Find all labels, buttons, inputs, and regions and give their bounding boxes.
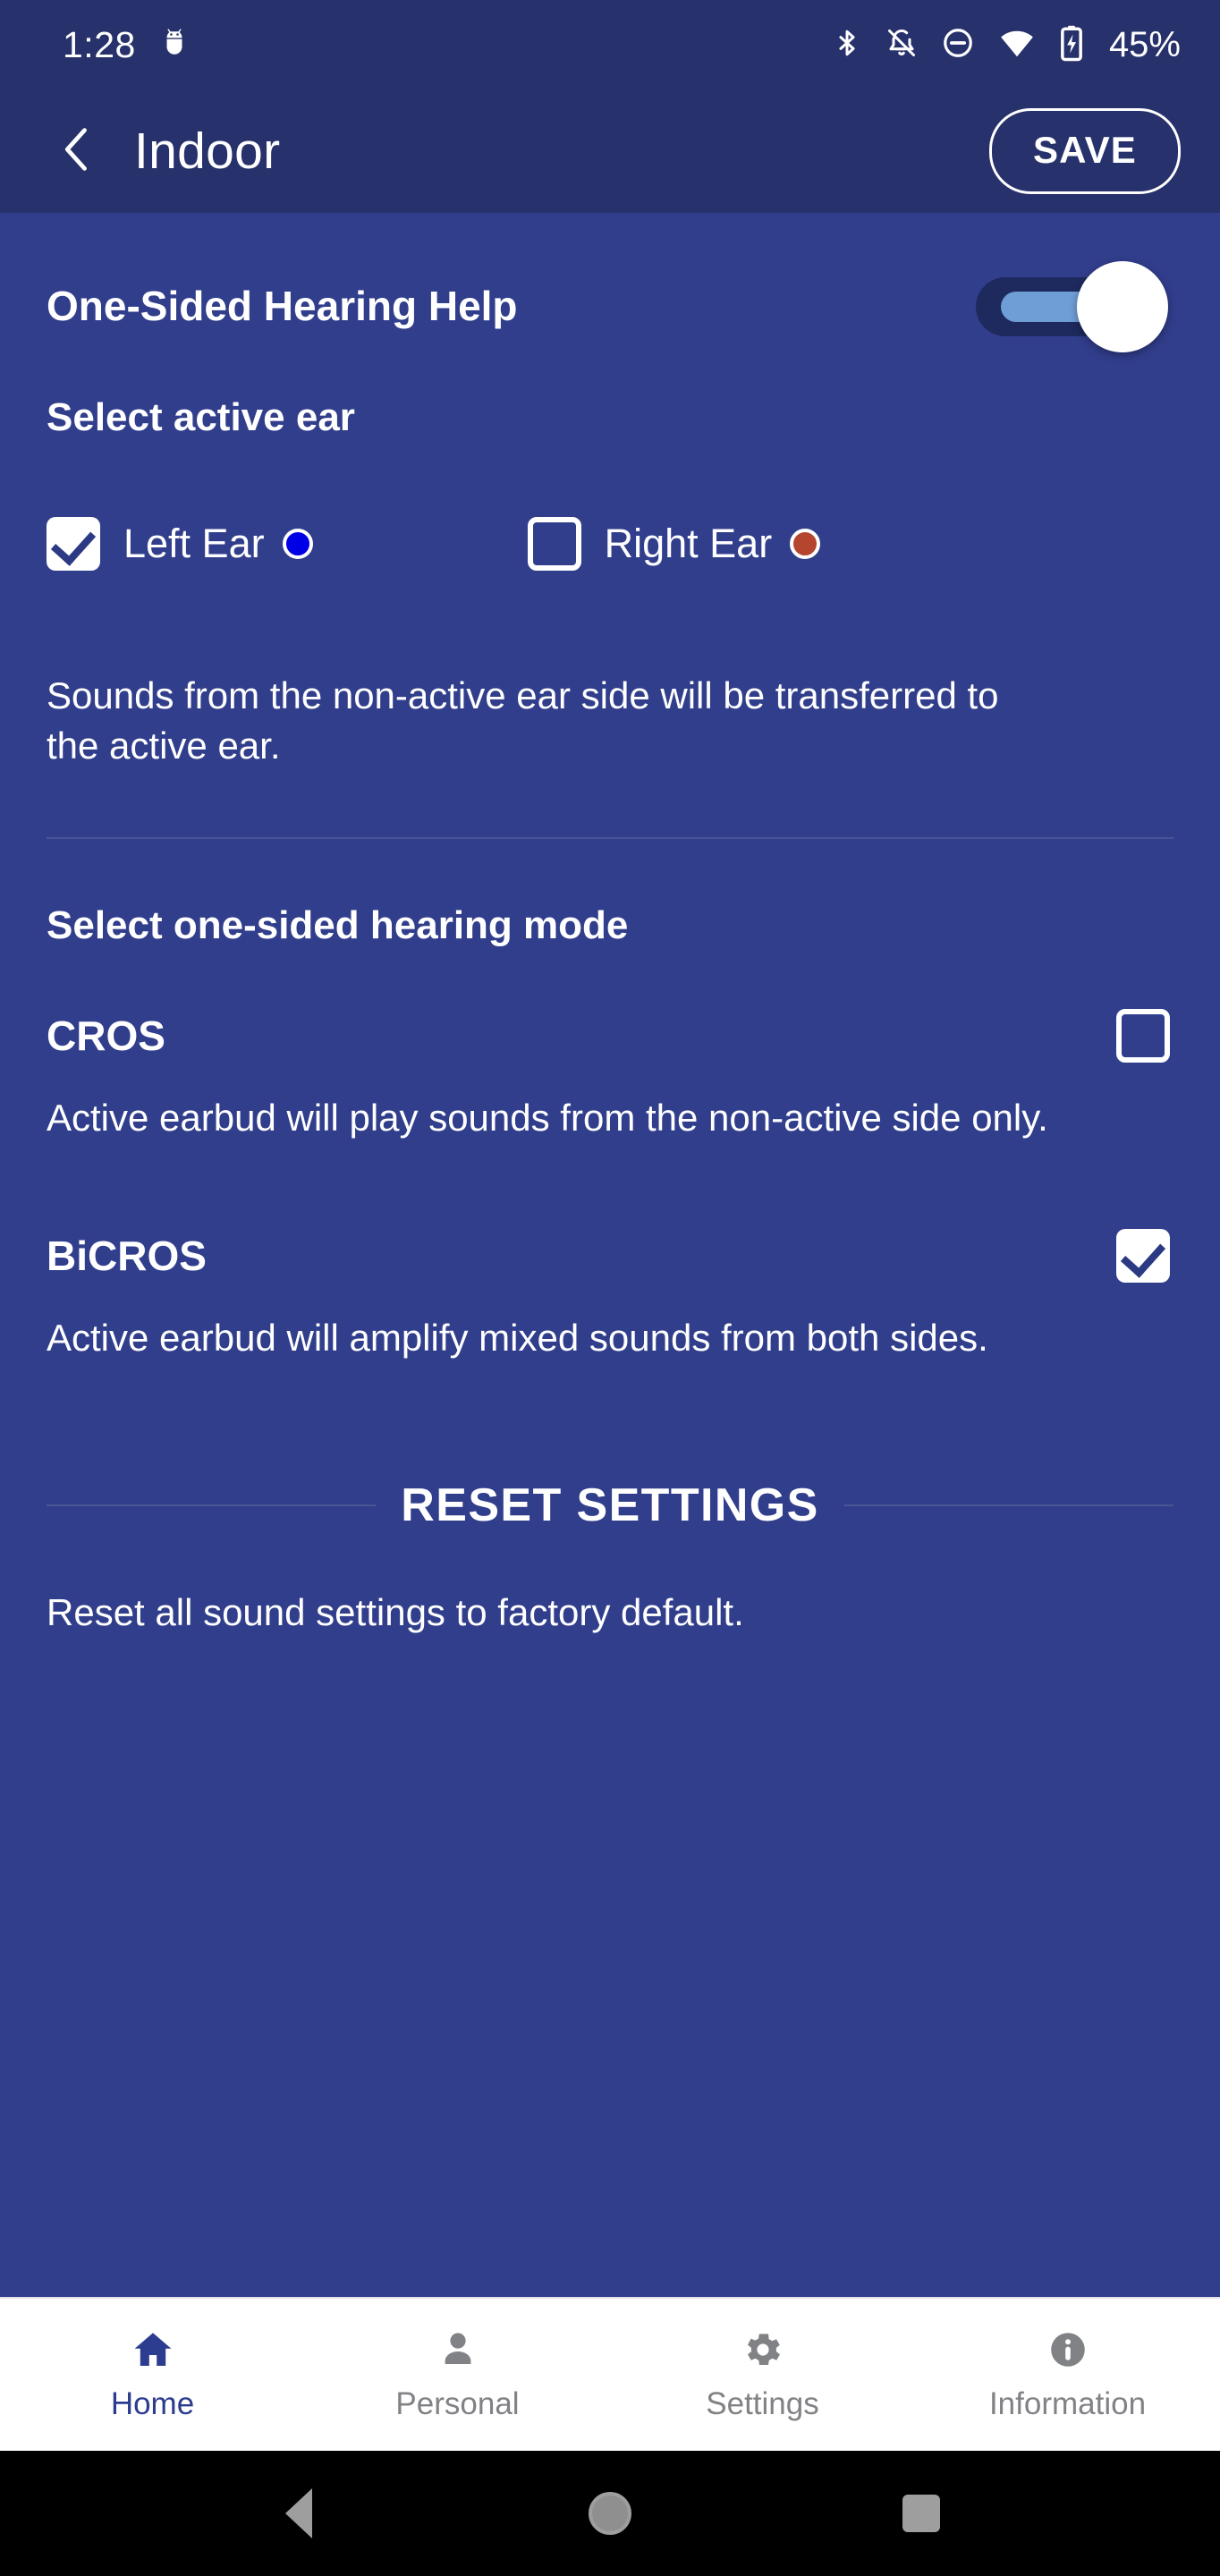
one-sided-hearing-help-label: One-Sided Hearing Help <box>47 283 518 329</box>
battery-charging-icon <box>1059 24 1084 66</box>
recents-square-icon <box>902 2495 940 2532</box>
left-ear-label: Left Ear <box>123 521 265 566</box>
tab-settings[interactable]: Settings <box>610 2299 915 2451</box>
reset-rule-right <box>843 1504 1174 1507</box>
tab-information-label: Information <box>988 2385 1147 2421</box>
active-ear-options: Left Ear Right Ear <box>47 517 1173 571</box>
one-sided-hearing-help-toggle[interactable] <box>976 258 1168 354</box>
right-ear-label: Right Ear <box>604 521 773 566</box>
phone-screen: 1:28 45% Indoor SAVE One-Sided Hearing H… <box>0 0 1220 2576</box>
page-title: Indoor <box>134 123 281 180</box>
tab-home-label: Home <box>110 2385 195 2421</box>
android-back-button[interactable] <box>245 2460 352 2567</box>
bluetooth-icon <box>832 25 862 65</box>
select-active-ear-title: Select active ear <box>47 395 355 439</box>
do-not-disturb-icon <box>941 26 975 64</box>
bicros-label: BiCROS <box>47 1232 207 1279</box>
battery-percent-label: 45% <box>1108 24 1181 64</box>
one-sided-hearing-help-row: One-Sided Hearing Help <box>47 213 1173 354</box>
settings-content: One-Sided Hearing Help Select active ear… <box>0 213 1220 2297</box>
home-icon <box>131 2328 174 2376</box>
tab-home[interactable]: Home <box>0 2299 305 2451</box>
notifications-off-icon <box>885 25 918 65</box>
bottom-tab-bar: Home Personal Settings Information <box>0 2297 1220 2451</box>
back-triangle-icon <box>285 2488 312 2538</box>
tab-personal[interactable]: Personal <box>305 2299 610 2451</box>
left-ear-checkbox[interactable] <box>47 517 100 571</box>
tab-personal-label: Personal <box>395 2385 520 2421</box>
cros-label: CROS <box>47 1012 165 1059</box>
reset-settings-header: RESET SETTINGS <box>47 1479 1174 1532</box>
gear-icon <box>741 2328 784 2376</box>
status-bar: 1:28 45% <box>0 0 1220 89</box>
bicros-description: Active earbud will amplify mixed sounds … <box>47 1316 988 1359</box>
section-divider <box>47 836 1173 839</box>
reset-settings-description: Reset all sound settings to factory defa… <box>47 1591 744 1634</box>
cros-description: Active earbud will play sounds from the … <box>47 1096 1048 1139</box>
android-debug-icon <box>159 26 190 64</box>
active-ear-description: Sounds from the non-active ear side will… <box>47 674 999 767</box>
active-ear-option-left[interactable]: Left Ear <box>47 517 313 571</box>
status-bar-right: 45% <box>832 24 1181 66</box>
toggle-thumb <box>1077 261 1168 352</box>
wifi-icon <box>998 28 1036 63</box>
android-recents-button[interactable] <box>868 2460 975 2567</box>
bicros-checkbox[interactable] <box>1116 1228 1170 1283</box>
mode-row-cros[interactable]: CROS <box>47 1008 1173 1063</box>
right-ear-color-dot <box>790 529 821 559</box>
reset-rule-left <box>47 1504 377 1507</box>
android-home-button[interactable] <box>556 2460 664 2567</box>
cros-checkbox[interactable] <box>1116 1008 1170 1063</box>
home-circle-icon <box>589 2492 631 2535</box>
status-bar-left: 1:28 <box>63 24 190 66</box>
tab-information[interactable]: Information <box>915 2299 1220 2451</box>
status-clock: 1:28 <box>63 23 136 65</box>
app-bar: Indoor SAVE <box>0 89 1220 213</box>
chevron-left-icon <box>54 123 100 181</box>
info-circle-icon <box>1046 2328 1089 2376</box>
select-hearing-mode-title: Select one-sided hearing mode <box>47 902 629 947</box>
android-navigation-bar <box>0 2451 1220 2576</box>
person-icon <box>436 2328 479 2376</box>
mode-row-bicros[interactable]: BiCROS <box>47 1228 1173 1283</box>
reset-settings-button[interactable]: RESET SETTINGS <box>401 1479 818 1532</box>
tab-settings-label: Settings <box>706 2385 819 2421</box>
active-ear-option-right[interactable]: Right Ear <box>527 517 821 571</box>
left-ear-color-dot <box>282 529 313 559</box>
right-ear-checkbox[interactable] <box>527 517 581 571</box>
save-button[interactable]: SAVE <box>988 108 1181 194</box>
back-button[interactable] <box>45 119 109 183</box>
